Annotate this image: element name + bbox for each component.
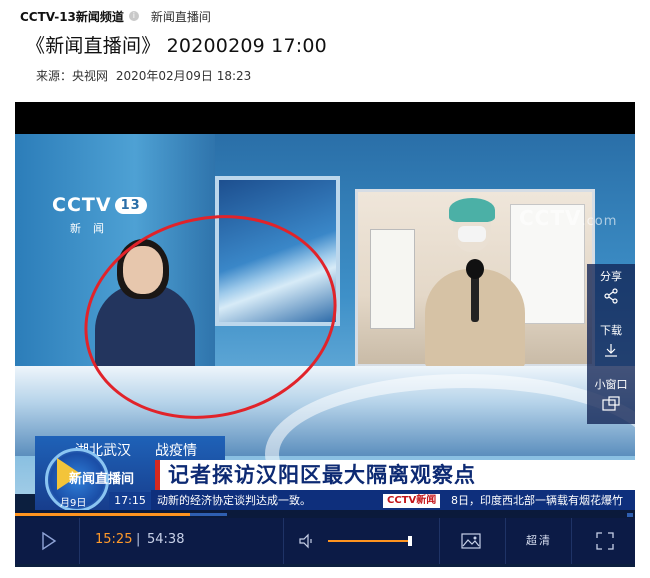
quality-button[interactable]: 超清 xyxy=(526,532,552,548)
mini-window-label: 小窗口 xyxy=(594,378,628,391)
play-icon[interactable] xyxy=(35,528,61,554)
mini-window-icon xyxy=(602,396,620,411)
program-link[interactable]: 新闻直播间 xyxy=(151,8,211,25)
duration: 54:38 xyxy=(147,532,185,547)
channel-name[interactable]: CCTV-13新闻频道 xyxy=(20,8,124,25)
screenshot-icon[interactable] xyxy=(460,531,482,551)
progress-remaining xyxy=(190,513,227,516)
download-icon xyxy=(605,344,617,357)
volume-icon[interactable] xyxy=(298,532,316,550)
lower-third-time: 17:15 xyxy=(109,492,151,510)
cctv-watermark: CCTV.com xyxy=(519,206,617,230)
video-player[interactable]: CCTV 13 新闻 CCTV.com 湖北武汉 战疫情 记者探访汉阳区最大隔离观… xyxy=(15,102,635,567)
share-button[interactable]: 分享 xyxy=(587,264,635,316)
cctv13-logo-sub: 新闻 xyxy=(70,222,116,235)
download-button[interactable]: 下载 xyxy=(587,318,635,370)
progress-bar[interactable] xyxy=(15,510,635,518)
volume-slider[interactable] xyxy=(328,540,412,542)
ticker-text-2: 8日，印度西北部一辆载有烟花爆竹 xyxy=(451,494,623,507)
publish-meta: 来源：央视网 2020年02月09日 18:23 xyxy=(36,67,251,84)
control-separator xyxy=(571,518,572,564)
progress-end-marker xyxy=(627,513,633,517)
control-separator xyxy=(79,518,80,564)
page-title: 《新闻直播间》 20200209 17:00 xyxy=(26,35,327,57)
ticker-logo: CCTV新闻 xyxy=(383,494,441,508)
cctv13-logo-text: CCTV xyxy=(52,194,112,216)
control-separator xyxy=(283,518,284,564)
cctv-watermark-text: CCTV xyxy=(519,206,582,230)
microphone-head xyxy=(466,259,484,279)
time-divider: | xyxy=(136,532,141,547)
reporter-mask xyxy=(458,226,486,242)
cctv13-logo: CCTV 13 xyxy=(52,194,147,216)
cctv13-logo-number: 13 xyxy=(114,197,147,214)
reporter-cap xyxy=(449,198,495,222)
lower-third-date: 月9日 xyxy=(60,498,87,509)
channel-line: CCTV-13新闻频道 i 新闻直播间 xyxy=(20,8,211,24)
source-label: 来源：央视网 xyxy=(36,69,109,83)
control-bar: 15:25 | 54:38 超清 xyxy=(15,518,635,564)
ticker-text-1: 动新的经济协定谈判达成一致。 xyxy=(157,494,311,507)
download-label: 下载 xyxy=(600,324,622,337)
progress-played xyxy=(15,513,190,516)
news-ticker: 动新的经济协定谈判达成一致。 CCTV新闻 8日，印度西北部一辆载有烟花爆竹 xyxy=(151,490,635,512)
publish-time: 2020年02月09日 18:23 xyxy=(115,69,252,83)
control-separator xyxy=(439,518,440,564)
lower-third-headline: 记者探访汉阳区最大隔离观察点 xyxy=(155,460,635,490)
lower-third-tag: 战疫情 xyxy=(155,443,197,459)
fullscreen-icon[interactable] xyxy=(595,531,615,551)
whiteboard-left xyxy=(370,229,415,329)
share-label: 分享 xyxy=(600,270,622,283)
anchor-face xyxy=(123,246,163,294)
studio-back-screen xyxy=(215,176,340,326)
info-circle-icon[interactable]: i xyxy=(128,11,139,21)
mini-window-button[interactable]: 小窗口 xyxy=(587,372,635,424)
current-time: 15:25 xyxy=(95,532,133,547)
side-action-panel: 分享 下载 小窗口 xyxy=(587,264,635,424)
cctv-watermark-suffix: .com xyxy=(581,214,618,229)
volume-knob[interactable] xyxy=(408,536,412,546)
control-separator xyxy=(505,518,506,564)
video-frame[interactable]: CCTV 13 新闻 CCTV.com 湖北武汉 战疫情 记者探访汉阳区最大隔离观… xyxy=(15,134,635,567)
show-name: 新闻直播间 xyxy=(69,472,135,487)
share-icon xyxy=(604,288,618,304)
